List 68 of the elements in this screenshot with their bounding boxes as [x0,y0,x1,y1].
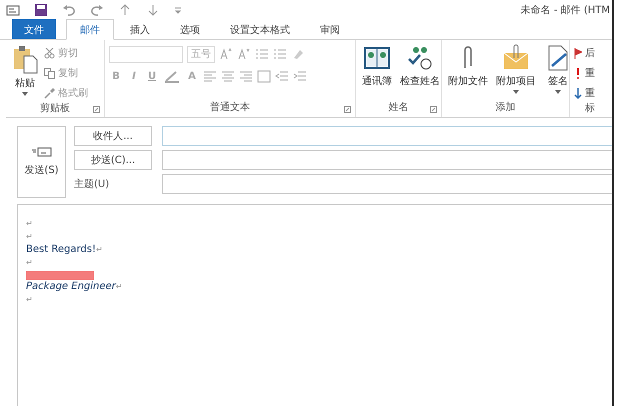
decrease-indent-icon[interactable] [275,69,289,83]
group-label: 标 [584,102,596,116]
caret-icon[interactable] [513,90,519,94]
redo-icon[interactable] [90,2,104,16]
to-button[interactable]: 收件人... [74,126,152,146]
numbering-icon[interactable] [273,47,287,61]
dialog-launcher-icon[interactable] [344,106,351,113]
bullets-icon[interactable] [255,47,269,61]
font-name-field[interactable] [109,46,183,62]
caret-icon[interactable] [555,90,561,94]
app-icon[interactable] [6,2,20,16]
flag-icon [574,48,582,58]
undo-icon[interactable] [62,2,76,16]
down-arrow-icon[interactable] [146,2,160,16]
paste-icon[interactable] [12,44,38,74]
signature-button[interactable]: 签名 [548,74,568,88]
brush-icon [44,88,55,98]
paragraph-mark: ↵ [26,232,33,241]
subject-label: 主题(U) [74,178,110,191]
copy-icon [44,68,55,78]
paragraph-mark: ↵ [96,245,103,254]
check-names-icon[interactable] [406,44,434,72]
highlight-icon[interactable] [163,69,181,83]
group-label: 姓名 [388,101,410,115]
ribbon-tab[interactable]: 邮件 [66,19,114,40]
envelope-icon[interactable] [502,44,530,72]
cc-field[interactable] [162,150,612,170]
importance-button[interactable]: 重 [574,84,595,102]
message-body[interactable]: ↵ ↵ Best Regards!↵ ↵ Package Engineer↵ ↵ [17,204,612,406]
follow-up-button[interactable]: 后 [574,44,595,62]
align-left-icon[interactable] [203,69,217,83]
to-field[interactable] [162,126,612,146]
grow-font-icon[interactable] [219,47,233,61]
body-text: Package Engineer [26,281,116,292]
check-names-button[interactable]: 检查姓名 [400,74,440,88]
body-text: Best Regards! [26,244,96,255]
address-book-icon[interactable] [363,44,391,72]
group-label: 普通文本 [209,101,251,115]
paragraph-mark: ↵ [26,295,33,304]
align-right-icon[interactable] [239,69,253,83]
paragraph-mark: ↵ [26,219,33,228]
importance-button[interactable]: 重 [574,64,595,82]
caret-icon[interactable] [22,92,28,96]
file-tab[interactable]: 文件 [12,19,56,39]
paragraph-mark: ↵ [26,258,33,267]
clear-format-icon[interactable] [291,47,305,61]
redaction-bar [26,271,94,280]
send-button[interactable]: 发送(S) [17,126,66,198]
group-label: 剪贴板 [39,102,71,116]
window-title: 未命名 - 邮件 (HTM [520,4,611,16]
group-label: 添加 [494,101,516,115]
save-icon[interactable] [34,2,48,16]
down-arrow-icon [574,88,582,98]
dialog-launcher-icon[interactable] [93,106,100,113]
address-book-button[interactable]: 通讯簿 [362,74,392,88]
exclamation-icon [574,68,582,78]
shrink-font-icon[interactable] [237,47,251,61]
subject-field[interactable] [162,174,612,194]
dialog-launcher-icon[interactable] [430,106,437,113]
align-center-icon[interactable] [221,69,235,83]
cc-button[interactable]: 抄送(C)... [74,150,152,170]
increase-indent-icon[interactable] [293,69,307,83]
up-arrow-icon[interactable] [118,2,132,16]
envelope-icon [32,147,52,157]
attach-item-button[interactable]: 附加项目 [496,74,536,88]
paragraph-mark: ↵ [116,282,122,291]
attach-file-button[interactable]: 附加文件 [448,74,488,88]
scissors-icon [44,48,55,58]
